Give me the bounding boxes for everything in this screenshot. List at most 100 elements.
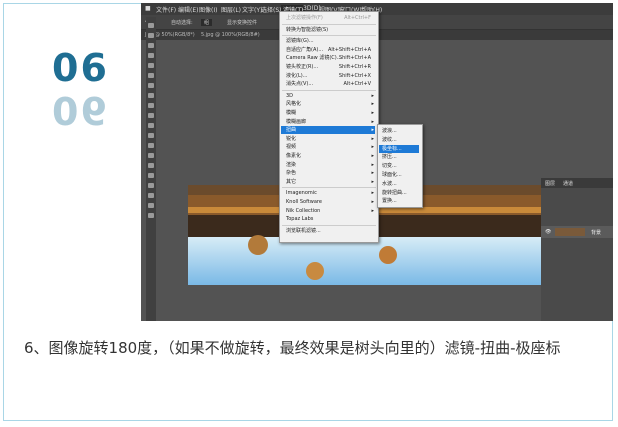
filter-menu-item[interactable]: 风格化 ▸ — [286, 100, 375, 108]
history-brush-tool[interactable] — [148, 113, 154, 118]
crop-tool[interactable] — [148, 63, 154, 68]
quick-select-tool[interactable] — [148, 53, 154, 58]
shape-tool[interactable] — [148, 193, 154, 198]
menu-item-label: Imagenomic — [286, 190, 317, 197]
tree-silhouette-1 — [248, 235, 268, 255]
menu-item-label: 模糊画廊 — [286, 118, 307, 125]
move-tool[interactable] — [148, 23, 154, 28]
menu-item-label: Topaz Labs — [286, 216, 314, 223]
filter-menu-item[interactable]: 消失点(V)... Alt+Ctrl+V — [286, 80, 375, 88]
tab-channels[interactable]: 通道 — [563, 180, 573, 187]
filter-menu-item[interactable]: Nik Collection ▸ — [286, 207, 375, 215]
hand-tool[interactable] — [148, 203, 154, 208]
distort-menu-item[interactable]: 极坐标... — [379, 144, 419, 153]
lasso-tool[interactable] — [148, 43, 154, 48]
eraser-tool[interactable] — [148, 123, 154, 128]
filter-menu-item[interactable]: 视频 ▸ — [286, 143, 375, 151]
dodge-tool[interactable] — [148, 153, 154, 158]
zoom-tool[interactable] — [148, 213, 154, 218]
submenu-arrow-icon: ▸ — [371, 110, 374, 116]
healing-tool[interactable] — [148, 83, 154, 88]
filter-menu-item[interactable]: 自适应广角(A)... Alt+Shift+Ctrl+A — [286, 46, 375, 54]
distort-menu-item[interactable]: 波浪... — [382, 127, 419, 135]
filter-menu-item[interactable]: 其它 ▸ — [286, 178, 375, 186]
filter-menu-item[interactable]: 上次滤镜操作(F) Alt+Ctrl+F — [286, 14, 375, 22]
ps-logo-icon: ■ — [145, 5, 151, 12]
auto-select-label: 自动选择: — [171, 20, 193, 26]
stamp-tool[interactable] — [148, 103, 154, 108]
distort-menu-item[interactable]: 旋转扭曲... — [382, 189, 419, 197]
menu-item-shortcut: Shift+Ctrl+A — [338, 55, 371, 62]
menu-type[interactable]: 文字(Y) — [242, 5, 262, 14]
distort-menu-item[interactable]: 球面化... — [382, 171, 419, 179]
filter-menu-item[interactable]: 3D ▸ — [286, 92, 375, 100]
distort-menu-item[interactable]: 挤压... — [382, 153, 419, 161]
filter-menu-item[interactable]: Imagenomic ▸ — [286, 189, 375, 197]
menu-item-shortcut: Shift+Ctrl+R — [338, 64, 371, 70]
filter-menu-item[interactable]: Topaz Labs — [286, 215, 375, 223]
menu-item-label: Camera Raw 滤镜(C)... — [286, 55, 342, 62]
distort-menu-item[interactable]: 波纹... — [382, 136, 419, 144]
filter-menu-item[interactable]: 锐化 ▸ — [286, 135, 375, 143]
marquee-tool[interactable] — [148, 33, 154, 38]
menu-item-label: 模糊 — [286, 110, 297, 116]
menu-separator — [282, 23, 376, 25]
menu-item-label: 浏览联机滤镜... — [286, 227, 321, 234]
menu-item-shortcut: Alt+Ctrl+F — [344, 15, 371, 21]
submenu-arrow-icon: ▸ — [371, 127, 374, 134]
menu-separator — [282, 187, 376, 189]
step-number-reflection: 06 — [52, 88, 109, 132]
filter-menu-item[interactable]: 镜头校正(R)... Shift+Ctrl+R — [286, 63, 375, 71]
text-tool[interactable] — [148, 173, 154, 178]
photoshop-screenshot: ■ 文件(F) 编辑(E) 图像(I) 图层(L) 文字(Y) 选择(S) 滤镜… — [141, 3, 613, 321]
sky-area — [188, 237, 543, 285]
doc-tab-2[interactable]: 5.jpg @ 100%(RGB/8#) — [201, 32, 260, 38]
gradient-tool[interactable] — [148, 133, 154, 138]
distort-menu-item[interactable]: 切变... — [382, 162, 419, 170]
menu-item-shortcut: Shift+Ctrl+X — [338, 72, 371, 79]
filter-menu-item[interactable]: 转换为智能滤镜(S) — [286, 26, 375, 34]
show-transform-checkbox[interactable]: 显示变换控件 — [227, 19, 257, 26]
menu-separator — [282, 224, 376, 226]
distort-menu-item[interactable]: 水波... — [382, 180, 419, 188]
caption-text: 6、图像旋转180度，（如果不做旋转，最终效果是树头向里的）滤镜-扭曲-极座标 — [24, 339, 561, 357]
tree-silhouette-3 — [379, 246, 397, 264]
filter-menu-item[interactable]: 扭曲 ▸ — [281, 126, 375, 135]
tab-layers[interactable]: 图层 — [545, 180, 555, 187]
filter-menu-item[interactable]: 像素化 ▸ — [286, 152, 375, 160]
filter-menu-item[interactable]: 液化(L)... Shift+Ctrl+X — [286, 72, 375, 80]
menu-file[interactable]: 文件(F) — [156, 5, 176, 14]
filter-menu-item[interactable]: Knoll Software ▸ — [286, 198, 375, 206]
submenu-arrow-icon: ▸ — [371, 118, 374, 125]
menu-item-label: 转换为智能滤镜(S) — [286, 26, 329, 33]
menu-layer[interactable]: 图层(L) — [221, 5, 241, 14]
distort-menu-item[interactable]: 置换... — [382, 197, 419, 205]
filter-menu-item[interactable]: 模糊画廊 ▸ — [286, 118, 375, 126]
filter-menu-item[interactable]: 滤镜库(G)... — [286, 37, 375, 45]
submenu-arrow-icon: ▸ — [371, 190, 374, 197]
submenu-arrow-icon: ▸ — [371, 178, 374, 185]
menu-item-label: 风格化 — [286, 101, 302, 108]
pen-tool[interactable] — [148, 163, 154, 168]
filter-menu-item[interactable]: 模糊 ▸ — [286, 109, 375, 117]
filter-menu-item[interactable]: 杂色 ▸ — [286, 169, 375, 177]
distort-submenu: 波浪... 波纹... 极坐标... 挤压... 切变... 球面化... 水波... 旋转扭… — [377, 124, 423, 208]
filter-menu-item[interactable]: 浏览联机滤镜... — [286, 227, 375, 235]
path-select-tool[interactable] — [148, 183, 154, 188]
blur-tool[interactable] — [148, 143, 154, 148]
menu-item-label: 滤镜库(G)... — [286, 38, 314, 45]
toolbox — [146, 17, 156, 321]
filter-menu-item[interactable]: Camera Raw 滤镜(C)... Shift+Ctrl+A — [286, 54, 375, 62]
layer-row[interactable]: 👁 背景 — [541, 226, 613, 238]
auto-select-dropdown[interactable]: 组 — [201, 19, 213, 26]
eye-icon[interactable]: 👁 — [545, 229, 551, 235]
eyedropper-tool[interactable] — [148, 73, 154, 78]
menu-item-shortcut: Alt+Shift+Ctrl+A — [327, 46, 371, 53]
menu-item-shortcut: Alt+Ctrl+V — [343, 81, 371, 88]
submenu-arrow-icon: ▸ — [371, 170, 374, 177]
layer-name: 背景 — [591, 230, 602, 236]
brush-tool[interactable] — [148, 93, 154, 98]
menu-image[interactable]: 图像(I) — [199, 5, 217, 14]
menu-edit[interactable]: 编辑(E) — [178, 5, 198, 14]
filter-menu-item[interactable]: 渲染 ▸ — [286, 161, 375, 169]
